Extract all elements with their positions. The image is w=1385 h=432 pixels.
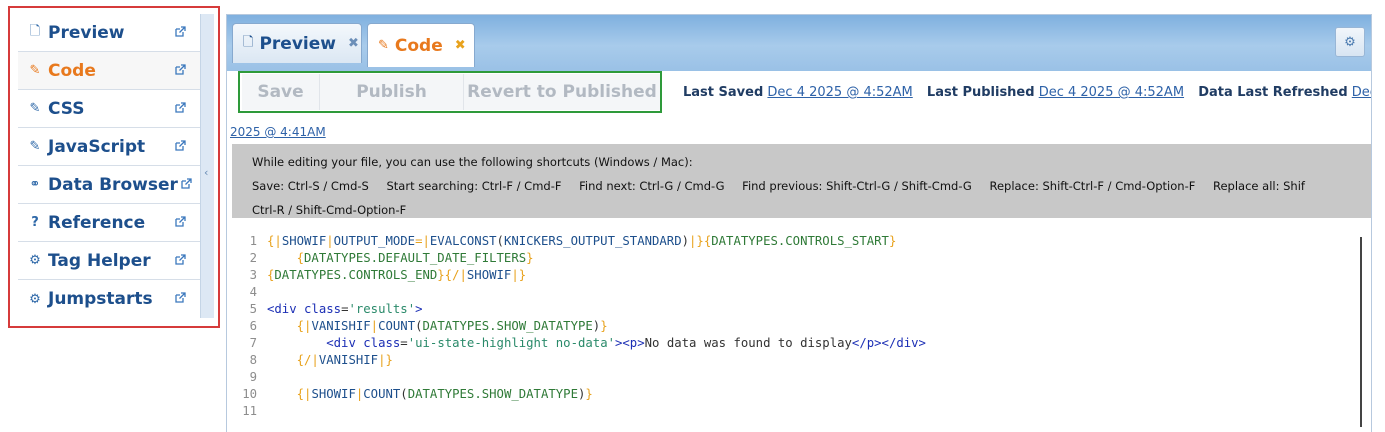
sidebar-item-label: Jumpstarts (48, 289, 153, 309)
shortcut-item: Replace all: Shif (1213, 179, 1305, 193)
tab-preview[interactable]: 🗋 Preview ✖ (232, 23, 362, 63)
sidebar-collapse-strip[interactable]: ‹ (200, 14, 214, 318)
data-refreshed-link-continued[interactable]: 2025 @ 4:41AM (230, 125, 326, 139)
external-link-icon[interactable] (174, 254, 186, 266)
gear-icon: ⚙ (1344, 34, 1356, 50)
code-line: 1 {|SHOWIF|OUTPUT_MODE=|EVALCONST(KNICKER… (249, 234, 897, 248)
close-icon[interactable]: ✖ (348, 36, 359, 51)
tab-label: Code (394, 35, 443, 56)
shortcuts-list: Save: Ctrl-S / Cmd-S Start searching: Ct… (252, 174, 1371, 198)
publish-button[interactable]: Publish (320, 74, 464, 110)
external-link-icon[interactable] (180, 178, 192, 190)
last-published-label: Last Published (926, 85, 1035, 100)
pencil-icon: ✎ (29, 63, 41, 78)
save-button[interactable]: Save (242, 74, 320, 110)
pencil-icon: ✎ (29, 139, 41, 154)
sidebar-item-reference[interactable]: ? Reference (18, 204, 200, 242)
doc-icon: 🗋 (29, 23, 41, 39)
data-refreshed-link[interactable]: Dec 4 (1352, 85, 1371, 100)
doc-icon: 🗋 (243, 34, 254, 50)
last-saved-label: Last Saved (683, 85, 764, 100)
last-saved-link[interactable]: Dec 4 2025 @ 4:52AM (767, 85, 912, 100)
close-icon[interactable]: ✖ (455, 38, 466, 53)
settings-button[interactable]: ⚙ (1335, 27, 1365, 57)
pencil-icon: ✎ (378, 38, 389, 53)
shortcut-item: Save: Ctrl-S / Cmd-S (252, 179, 369, 193)
code-line: 11 (242, 404, 257, 418)
editor-scrollbar[interactable] (1360, 237, 1362, 427)
external-link-icon[interactable] (174, 102, 186, 114)
sidebar-item-code[interactable]: ✎ Code (18, 52, 200, 90)
sidebar-item-css[interactable]: ✎ CSS (18, 90, 200, 128)
sidebar: 🗋 Preview ✎ Code ✎ CSS ✎ JavaScript ⚭ Da… (18, 14, 200, 318)
tab-code[interactable]: ✎ Code ✖ (367, 23, 475, 67)
sidebar-item-javascript[interactable]: ✎ JavaScript (18, 128, 200, 166)
gear-icon: ⚙ (29, 291, 41, 307)
tab-label: Preview (259, 33, 336, 54)
external-link-icon[interactable] (174, 140, 186, 152)
tab-bar: 🗋 Preview ✖ ✎ Code ✖ ⚙ (227, 15, 1371, 71)
sidebar-item-label: Preview (48, 22, 125, 43)
external-link-icon[interactable] (174, 64, 186, 76)
sidebar-item-label: CSS (48, 98, 85, 119)
editor-panel: 🗋 Preview ✖ ✎ Code ✖ ⚙ Save Publish Reve… (226, 14, 1372, 432)
sidebar-item-data-browser[interactable]: ⚭ Data Browser (18, 166, 200, 204)
sidebar-item-label: Code (48, 60, 96, 81)
code-line: 3 {DATATYPES.CONTROLS_END}{/|SHOWIF|} (249, 268, 527, 282)
code-line: 8 {/|VANISHIF|} (249, 353, 393, 367)
chevron-left-icon[interactable]: ‹ (204, 166, 208, 179)
code-editor[interactable]: 1 {|SHOWIF|OUTPUT_MODE=|EVALCONST(KNICKER… (227, 231, 1371, 432)
last-published-link[interactable]: Dec 4 2025 @ 4:52AM (1039, 85, 1184, 100)
external-link-icon[interactable] (174, 26, 186, 38)
status-line: Last Saved Dec 4 2025 @ 4:52AM Last Publ… (683, 85, 1371, 100)
sidebar-item-preview[interactable]: 🗋 Preview (18, 14, 200, 52)
code-line: 9 (249, 370, 257, 384)
code-line: 10 {|SHOWIF|COUNT(DATATYPES.SHOW_DATATYP… (242, 387, 593, 401)
data-refreshed-label: Data Last Refreshed (1198, 85, 1348, 100)
external-link-icon[interactable] (174, 216, 186, 228)
shortcuts-help: While editing your file, you can use the… (232, 144, 1371, 218)
gear-icon: ⚙ (29, 253, 41, 268)
sidebar-item-label: Tag Helper (48, 250, 151, 271)
pencil-icon: ✎ (29, 101, 41, 116)
revert-to-published-button[interactable]: Revert to Published (464, 74, 660, 110)
toolbar-button-group: Save Publish Revert to Published (238, 71, 662, 113)
shortcut-item: Find previous: Shift-Ctrl-G / Shift-Cmd-… (742, 179, 972, 193)
question-icon: ? (31, 215, 39, 230)
code-line: 4 (249, 285, 257, 299)
sidebar-item-label: Reference (48, 212, 146, 233)
link-icon: ⚭ (29, 177, 41, 192)
shortcuts-continuation: Ctrl-R / Shift-Cmd-Option-F (252, 203, 407, 217)
sidebar-item-jumpstarts[interactable]: ⚙ Jumpstarts (18, 280, 200, 318)
code-line: 5 <div class='results'> (249, 302, 423, 316)
external-link-icon[interactable] (174, 292, 186, 304)
shortcut-item: Find next: Ctrl-G / Cmd-G (579, 179, 725, 193)
sidebar-item-label: JavaScript (48, 136, 146, 157)
code-line: 6 {|VANISHIF|COUNT(DATATYPES.SHOW_DATATY… (249, 319, 608, 333)
code-line: 2 {DATATYPES.DEFAULT_DATE_FILTERS} (249, 251, 534, 265)
sidebar-item-tag-helper[interactable]: ⚙ Tag Helper (18, 242, 200, 280)
shortcuts-intro: While editing your file, you can use the… (252, 155, 693, 169)
code-line: 7 <div class='ui-state-highlight no-data… (249, 336, 926, 350)
shortcut-item: Replace: Shift-Ctrl-F / Cmd-Option-F (989, 179, 1196, 193)
shortcut-item: Start searching: Ctrl-F / Cmd-F (386, 179, 562, 193)
sidebar-item-label: Data Browser (48, 174, 178, 195)
